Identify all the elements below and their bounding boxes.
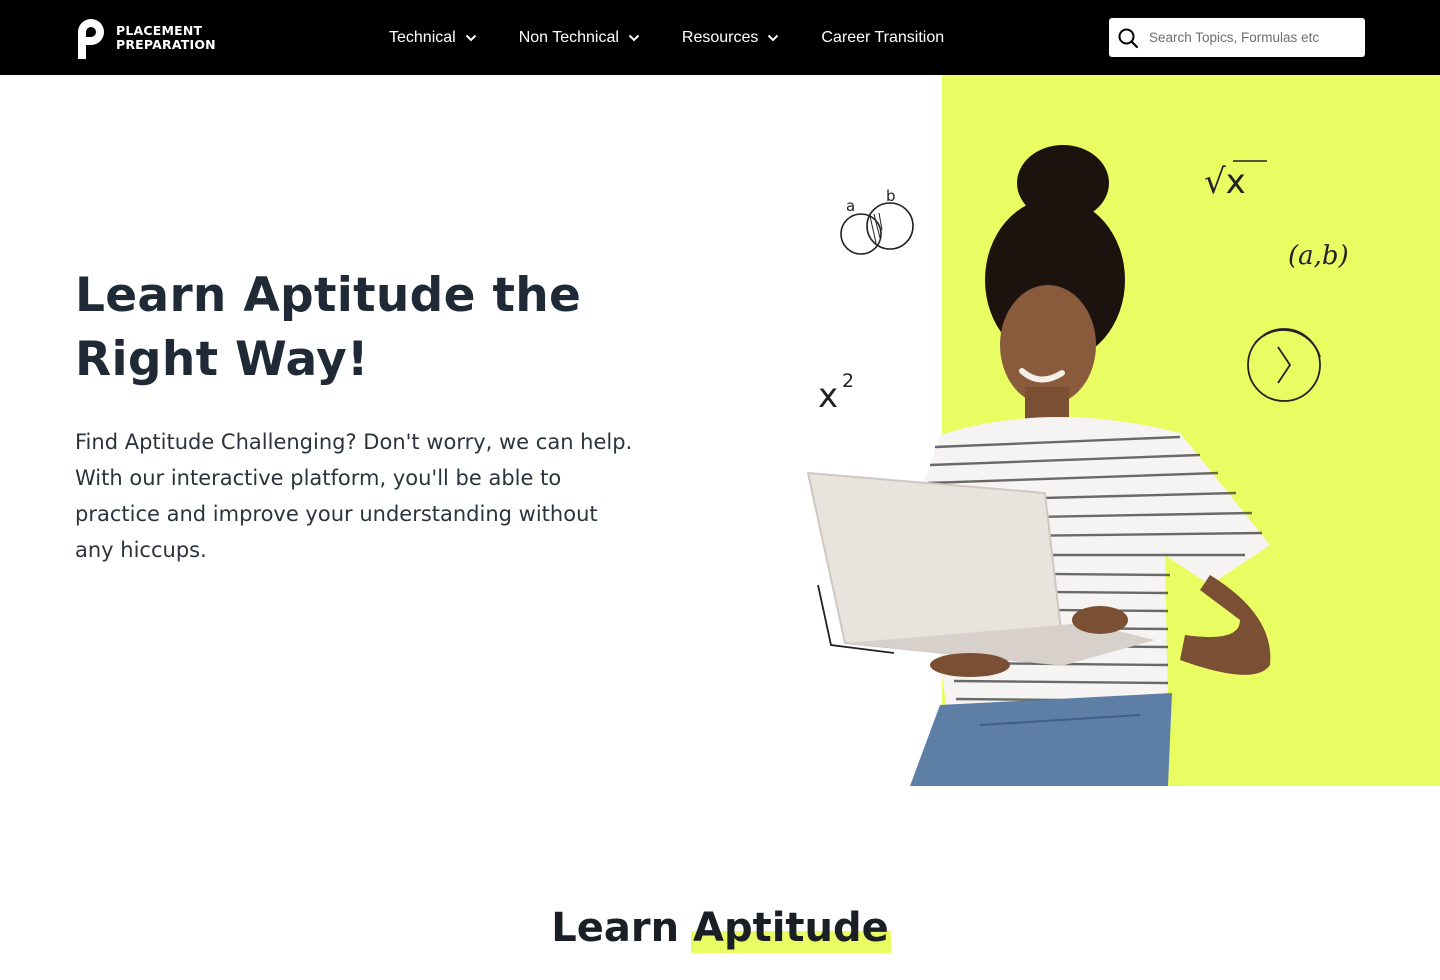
- hero-title-line-2: Right Way!: [75, 332, 369, 387]
- search-icon[interactable]: [1117, 27, 1139, 49]
- top-nav-bar: PLACEMENT PREPARATION Technical Non Tech…: [0, 0, 1440, 75]
- search-box[interactable]: [1109, 18, 1365, 57]
- logo-wordmark: PLACEMENT PREPARATION: [116, 22, 216, 52]
- pair-doodle: (a,b): [1288, 241, 1349, 271]
- sqrt-x-doodle: √x: [1204, 162, 1246, 202]
- logo-line-2: PREPARATION: [116, 36, 216, 52]
- nav-item-label: Non Technical: [518, 28, 619, 46]
- chevron-down-icon: [465, 34, 476, 41]
- logo-line-1: PLACEMENT: [116, 22, 203, 38]
- nav-item-non-technical[interactable]: Non Technical: [519, 29, 640, 47]
- person-illustration: [806, 145, 1271, 786]
- nav-item-label: Technical: [389, 28, 456, 46]
- venn-label-a: a: [846, 197, 855, 215]
- nav-item-technical[interactable]: Technical: [389, 29, 477, 47]
- nav-item-label: Career Transition: [821, 28, 945, 46]
- chevron-down-icon: [628, 34, 640, 41]
- hero-illustration: a b x 2 √x (a,b): [800, 75, 1440, 786]
- hero-title: Learn Aptitude the Right Way!: [75, 264, 635, 392]
- chevron-down-icon: [768, 34, 779, 41]
- section-title-highlight: Aptitude: [690, 902, 891, 954]
- nav-item-resources[interactable]: Resources: [682, 29, 779, 47]
- nav-item-career-transition[interactable]: Career Transition: [821, 29, 944, 47]
- search-input[interactable]: [1149, 30, 1349, 45]
- main-nav: Technical Non Technical Resources Career…: [389, 0, 944, 75]
- section-title: Learn Aptitude: [0, 902, 1440, 954]
- section-title-plain: Learn: [551, 905, 680, 951]
- circle-arrow-icon: [1247, 328, 1321, 402]
- hero-description: Find Aptitude Challenging? Don't worry, …: [75, 430, 633, 562]
- venn-label-b: b: [886, 187, 896, 205]
- hero-title-line-1: Learn Aptitude the: [75, 268, 582, 323]
- nav-item-label: Resources: [681, 28, 759, 46]
- hero-artwork: a b x 2 √x (a,b): [806, 145, 1349, 786]
- p-logo-icon: [78, 19, 104, 59]
- x-squared-exponent: 2: [842, 370, 854, 392]
- x-squared-base: x: [818, 376, 838, 416]
- site-logo[interactable]: PLACEMENT PREPARATION: [74, 16, 216, 59]
